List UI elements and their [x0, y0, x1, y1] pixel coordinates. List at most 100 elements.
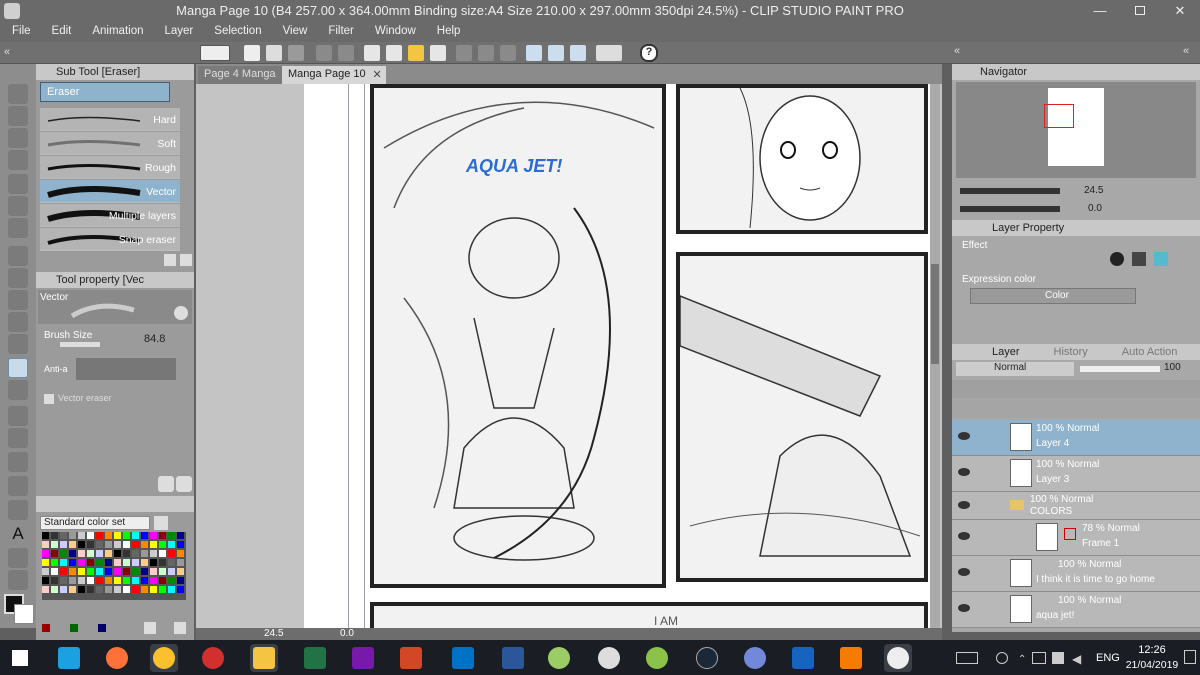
manga-page[interactable]: AQUA JET! I AM: [304, 84, 934, 628]
color-swatch[interactable]: [114, 568, 121, 575]
edge-icon[interactable]: [58, 647, 80, 669]
color-swatch[interactable]: [42, 586, 49, 593]
color-swatch[interactable]: [177, 550, 184, 557]
clip-studio-icon[interactable]: [598, 647, 620, 669]
layer-row-aqua-jet[interactable]: 100 % Normal aqua jet!: [952, 592, 1200, 628]
color-swatch[interactable]: [78, 568, 85, 575]
color-swatch[interactable]: [87, 532, 94, 539]
color-swatch[interactable]: [150, 532, 157, 539]
navigator-preview[interactable]: [956, 82, 1196, 178]
vector-eraser-checkbox[interactable]: [44, 394, 54, 404]
color-swatch[interactable]: [132, 586, 139, 593]
color-swatch[interactable]: [168, 550, 175, 557]
color-swatch[interactable]: [132, 559, 139, 566]
expression-color-select[interactable]: Color: [970, 288, 1136, 304]
color-swatch[interactable]: [60, 550, 67, 557]
color-swatch[interactable]: [114, 577, 121, 584]
recent-color-2[interactable]: [70, 624, 78, 632]
color-swatch[interactable]: [168, 541, 175, 548]
color-swatch[interactable]: [69, 559, 76, 566]
subtool-multiple-layers[interactable]: Multiple layers: [40, 204, 180, 227]
paint-icon[interactable]: [548, 647, 570, 669]
navigator-viewport[interactable]: [1044, 104, 1074, 128]
color-swatch[interactable]: [105, 586, 112, 593]
color-swatch[interactable]: [123, 577, 130, 584]
color-swatch[interactable]: [51, 550, 58, 557]
people-icon[interactable]: [996, 652, 1008, 664]
color-swatch[interactable]: [123, 541, 130, 548]
color-swatch[interactable]: [159, 568, 166, 575]
panel-frame-3[interactable]: [676, 252, 928, 582]
canvas-area[interactable]: AQUA JET! I AM: [196, 84, 942, 628]
color-swatch[interactable]: [177, 541, 184, 548]
color-swatch[interactable]: [60, 586, 67, 593]
color-swatch[interactable]: [123, 532, 130, 539]
color-swatch[interactable]: [141, 577, 148, 584]
color-swatch[interactable]: [105, 577, 112, 584]
color-swatch[interactable]: [51, 577, 58, 584]
color-swatch[interactable]: [168, 532, 175, 539]
excel-icon[interactable]: [304, 647, 326, 669]
keyboard-icon[interactable]: [956, 652, 978, 664]
color-swatch[interactable]: [105, 568, 112, 575]
auto-select-tool-icon[interactable]: [8, 196, 28, 216]
operation-tool-icon[interactable]: [8, 128, 28, 148]
tab-manga-page-10[interactable]: Manga Page 10 ✕: [282, 66, 386, 84]
panel-frame-1[interactable]: AQUA JET!: [370, 84, 666, 588]
color-swatch[interactable]: [159, 586, 166, 593]
color-swatch[interactable]: [132, 541, 139, 548]
visibility-eye-icon[interactable]: [958, 532, 970, 540]
wrench-icon[interactable]: [176, 476, 192, 492]
color-swatch[interactable]: [141, 550, 148, 557]
zoom-value[interactable]: 24.5: [264, 628, 283, 639]
fill-icon[interactable]: [386, 45, 402, 61]
color-swatch[interactable]: [168, 586, 175, 593]
close-tab-icon[interactable]: ✕: [372, 68, 381, 81]
color-swatch[interactable]: [150, 586, 157, 593]
color-swatch[interactable]: [159, 559, 166, 566]
subtool-vector[interactable]: Vector: [40, 180, 180, 203]
color-swatch[interactable]: [87, 541, 94, 548]
menu-help[interactable]: Help: [425, 22, 470, 37]
blend-mode-select[interactable]: Normal: [956, 362, 1074, 376]
menu-file[interactable]: File: [0, 22, 40, 37]
color-swatch[interactable]: [105, 559, 112, 566]
color-swatch[interactable]: [60, 577, 67, 584]
volume-icon[interactable]: ◀: [1072, 652, 1081, 666]
windows-start-icon[interactable]: [12, 650, 28, 666]
airbrush-tool-icon[interactable]: [8, 312, 28, 332]
color-swatch[interactable]: [150, 559, 157, 566]
monitor-icon[interactable]: [596, 45, 622, 61]
color-swatch[interactable]: [42, 550, 49, 557]
discord-icon[interactable]: [744, 647, 766, 669]
color-swatch[interactable]: [42, 532, 49, 539]
color-swatch[interactable]: [96, 541, 103, 548]
pen-tool-icon[interactable]: [8, 246, 28, 266]
tray-overflow-icon[interactable]: ⌃: [1018, 654, 1026, 665]
clock-date[interactable]: 21/04/2019: [1124, 659, 1180, 671]
visibility-eye-icon[interactable]: [958, 468, 970, 476]
color-swatch[interactable]: [159, 541, 166, 548]
menu-selection[interactable]: Selection: [202, 22, 270, 37]
steam-icon[interactable]: [696, 647, 718, 669]
color-swatch[interactable]: [168, 577, 175, 584]
frame-border-tool-icon[interactable]: [8, 476, 28, 496]
tool-settings-icon[interactable]: [174, 306, 188, 320]
color-swatch[interactable]: [123, 586, 130, 593]
layer-row-dialog-text[interactable]: 100 % Normal I think it is time to go hom…: [952, 556, 1200, 592]
menu-window[interactable]: Window: [363, 22, 425, 37]
delete-color-icon[interactable]: [174, 622, 186, 634]
clip-studio-paint-taskbar-item[interactable]: [884, 644, 912, 672]
help-icon[interactable]: ?: [640, 44, 658, 62]
zoom-tool-icon[interactable]: [8, 84, 28, 104]
color-swatch[interactable]: [123, 559, 130, 566]
brush-size-value[interactable]: 84.8: [144, 333, 165, 345]
blend-tool-icon[interactable]: [8, 380, 28, 400]
color-swatch[interactable]: [123, 568, 130, 575]
color-swatch[interactable]: [132, 532, 139, 539]
panel-frame-4[interactable]: I AM: [370, 602, 928, 628]
color-swatch[interactable]: [168, 559, 175, 566]
fill-tool-icon[interactable]: [8, 406, 28, 426]
color-swatch[interactable]: [177, 532, 184, 539]
vertical-scrollbar[interactable]: [930, 84, 940, 628]
